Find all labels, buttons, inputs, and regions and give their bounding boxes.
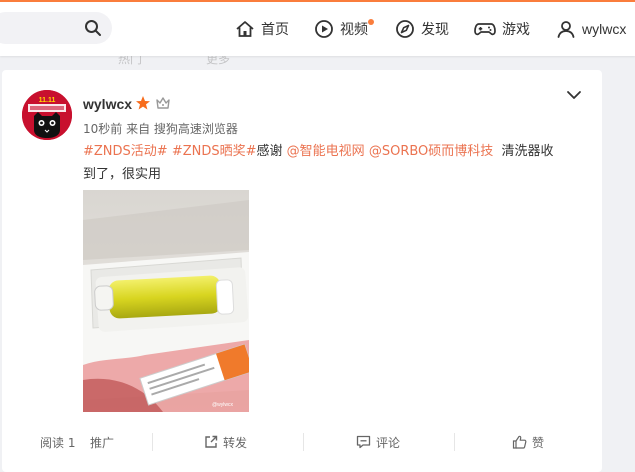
product-photo: @wylwcx [83, 190, 249, 412]
divider [303, 433, 304, 451]
nav-user[interactable]: wylwcx [556, 2, 626, 56]
nav-video[interactable]: 视频 [314, 2, 374, 56]
gamepad-icon [474, 23, 496, 36]
post-text-segment: 清洗器收 [501, 144, 554, 159]
comment-button[interactable]: 评论 [356, 425, 400, 459]
home-icon [236, 21, 254, 37]
mention-link[interactable]: @智能电视网 [287, 144, 365, 159]
divider [152, 433, 153, 451]
nav-discover-label: 发现 [421, 22, 449, 38]
user-icon [557, 21, 575, 38]
post-action-bar: 阅读 1 推广 转发 评论 赞 [2, 425, 602, 459]
nav-username: wylwcx [582, 21, 627, 37]
search-input[interactable] [8, 18, 78, 38]
mention-link[interactable]: @SORBO硕而博科技 [369, 144, 493, 159]
repost-button[interactable]: 转发 [204, 425, 247, 459]
chevron-down-icon[interactable] [566, 88, 582, 102]
post-meta: 10秒前 来自 搜狗高速浏览器 [83, 122, 238, 136]
post-text: #ZNDS活动# #ZNDS晒奖#感谢 @智能电视网 @SORBO硕而博科技 清… [83, 140, 583, 186]
crown-badge-icon[interactable] [155, 96, 171, 110]
svg-text:11.11: 11.11 [39, 97, 56, 104]
nav-games[interactable]: 游戏 [474, 2, 530, 56]
tmall-cat-avatar-image: 11.11 [22, 90, 72, 140]
nav-home-label: 首页 [261, 22, 289, 38]
like-button[interactable]: 赞 [512, 425, 544, 459]
post-card: 11.11 wylwcx 10秒前 来自 搜狗高速浏览器 #ZNDS活动# #Z… [2, 70, 602, 472]
post-text-segment: 感谢 [256, 144, 283, 159]
thumbs-up-icon [512, 435, 527, 449]
post-text-segment: 到了，很实用 [83, 167, 162, 182]
notification-dot [368, 19, 374, 25]
search-icon[interactable] [84, 19, 102, 37]
divider [454, 433, 455, 451]
subbar-item-more[interactable]: 更多 [206, 56, 230, 67]
nav-video-label: 视频 [340, 22, 368, 38]
like-label: 赞 [532, 435, 545, 450]
star-badge-icon[interactable] [135, 95, 151, 111]
repost-icon [205, 435, 218, 448]
post-username[interactable]: wylwcx [83, 96, 132, 112]
read-count: 阅读 1 [40, 435, 76, 450]
video-icon [315, 20, 333, 38]
subbar-item-hot[interactable]: 热门 [118, 56, 142, 67]
avatar[interactable]: 11.11 [22, 90, 72, 140]
nav-home[interactable]: 首页 [235, 2, 289, 56]
hashtag-link[interactable]: #ZNDS活动# [83, 144, 168, 159]
compass-icon [396, 20, 414, 38]
promote-button[interactable]: 推广 [90, 425, 114, 459]
post-image[interactable]: @wylwcx [83, 190, 249, 412]
top-navigation-bar: 首页 视频 发现 游戏 wylwcx [0, 0, 635, 56]
nav-games-label: 游戏 [502, 22, 530, 38]
repost-label: 转发 [223, 435, 248, 450]
hashtag-link[interactable]: #ZNDS晒奖# [172, 144, 257, 159]
search-box[interactable] [0, 12, 112, 44]
comment-label: 评论 [376, 435, 401, 450]
comment-icon [356, 435, 371, 449]
secondary-bar: 热门 更多 [0, 56, 635, 70]
nav-discover[interactable]: 发现 [395, 2, 449, 56]
svg-text:@wylwcx: @wylwcx [212, 402, 233, 408]
